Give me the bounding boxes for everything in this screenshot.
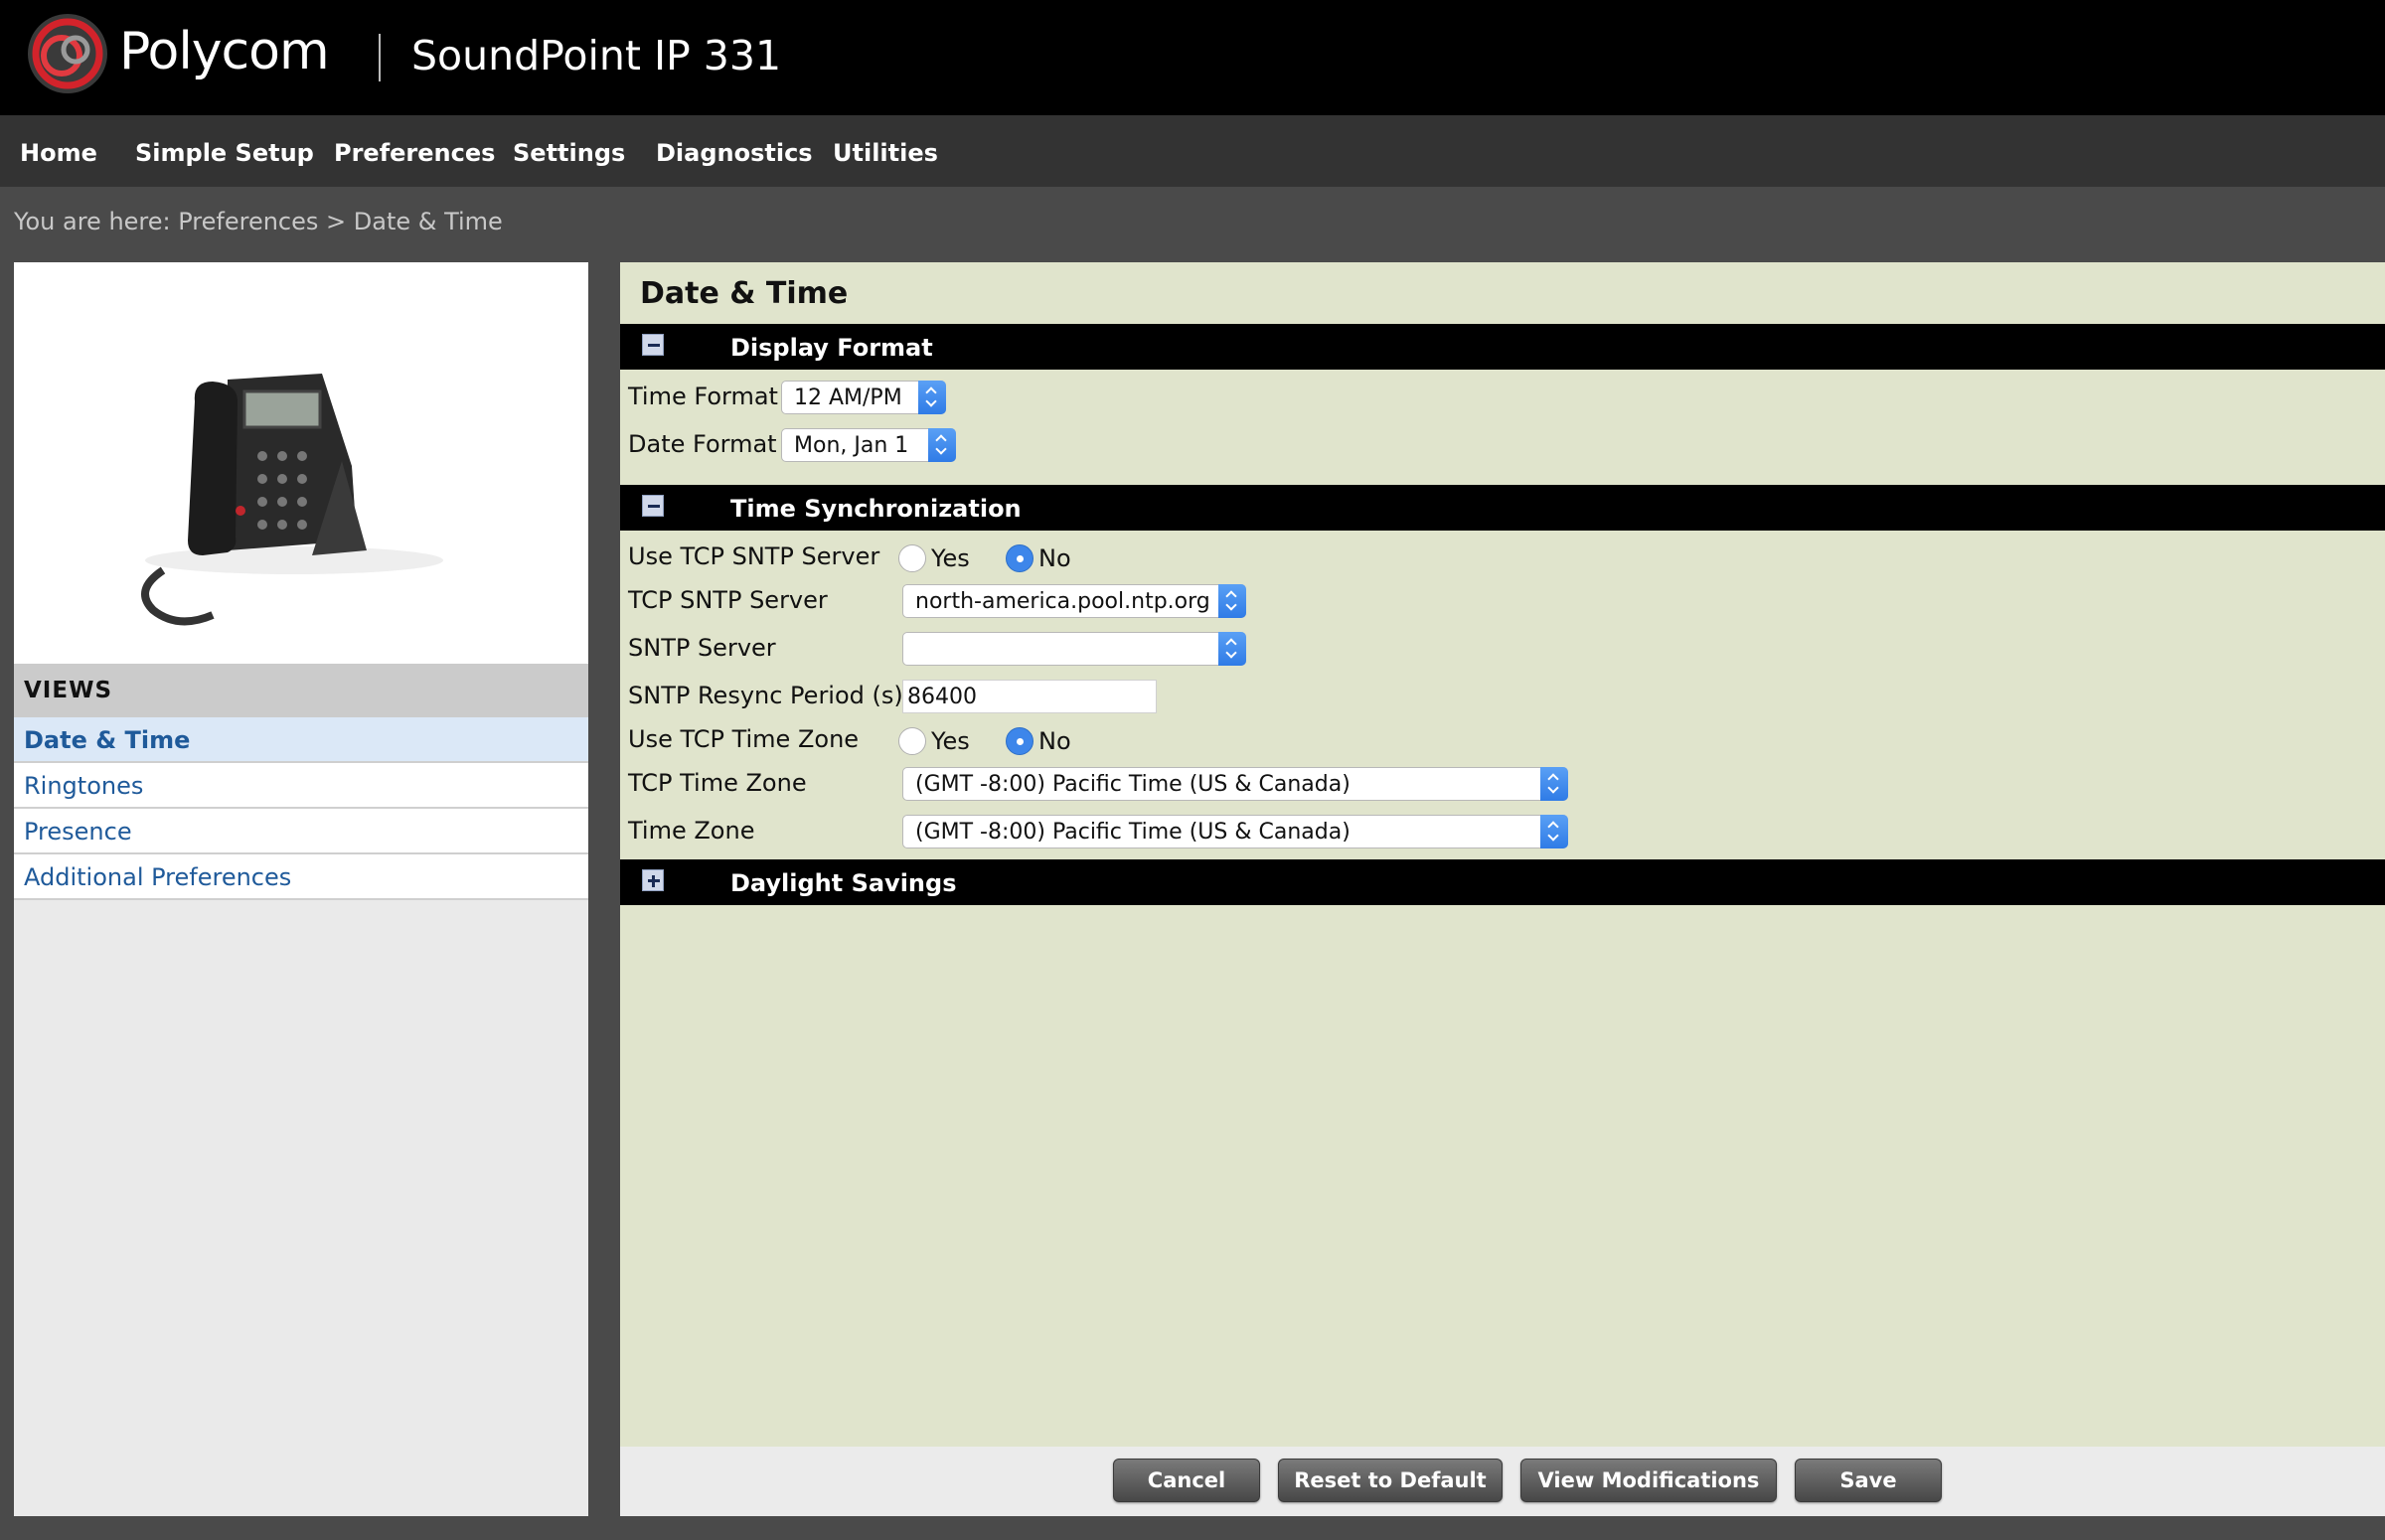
sidebar-item-label: Ringtones xyxy=(24,772,144,800)
section-time-sync: Time Synchronization xyxy=(620,485,2385,531)
reset-to-default-button[interactable]: Reset to Default xyxy=(1278,1459,1503,1502)
select-arrows-icon xyxy=(1540,815,1568,848)
time-format-label: Time Format xyxy=(628,383,778,410)
product-name: SoundPoint IP 331 xyxy=(411,32,782,79)
tcp-sntp-server-select[interactable]: north-america.pool.ntp.org xyxy=(902,584,1246,618)
section-title: Time Synchronization xyxy=(730,495,1022,523)
select-arrows-icon xyxy=(1540,767,1568,801)
section-daylight-savings: Daylight Savings xyxy=(620,859,2385,905)
collapse-icon[interactable] xyxy=(642,334,664,356)
select-arrows-icon xyxy=(1218,584,1246,618)
sidebar-item-label: Additional Preferences xyxy=(24,863,292,891)
sidebar-item-ringtones[interactable]: Ringtones xyxy=(14,763,588,809)
time-zone-select[interactable]: (GMT -8:00) Pacific Time (US & Canada) xyxy=(902,815,1568,848)
breadcrumb: You are here: Preferences > Date & Time xyxy=(14,208,503,235)
yes-label: Yes xyxy=(931,727,970,755)
main-nav: Home Simple Setup Preferences Settings D… xyxy=(0,115,2385,187)
nav-home[interactable]: Home xyxy=(20,139,97,167)
time-format-select[interactable]: 12 AM/PM xyxy=(781,381,946,414)
collapse-icon[interactable] xyxy=(642,495,664,517)
views-header: VIEWS xyxy=(14,664,588,717)
brand-name: Polycom xyxy=(119,22,330,81)
section-title: Display Format xyxy=(730,334,933,362)
nav-settings[interactable]: Settings xyxy=(513,139,625,167)
section-title: Daylight Savings xyxy=(730,869,957,897)
nav-preferences[interactable]: Preferences xyxy=(334,139,495,167)
polycom-logo-icon xyxy=(28,14,107,93)
phone-image-area xyxy=(14,262,588,664)
nav-utilities[interactable]: Utilities xyxy=(833,139,938,167)
date-format-value: Mon, Jan 1 xyxy=(794,433,909,458)
sidebar-item-date-time[interactable]: Date & Time xyxy=(14,717,588,763)
header-bar: Polycom SoundPoint IP 331 xyxy=(0,0,2385,115)
no-label: No xyxy=(1038,544,1071,572)
desk-phone-image xyxy=(141,374,443,626)
tcp-sntp-server-value: north-america.pool.ntp.org xyxy=(915,589,1210,614)
use-tcp-sntp-yes-radio[interactable] xyxy=(898,544,926,572)
nav-simple-setup[interactable]: Simple Setup xyxy=(135,139,314,167)
use-tcp-tz-label: Use TCP Time Zone xyxy=(628,725,860,753)
date-format-label: Date Format xyxy=(628,430,777,458)
expand-icon[interactable] xyxy=(642,869,664,891)
date-format-select[interactable]: Mon, Jan 1 xyxy=(781,428,956,462)
resync-period-input[interactable] xyxy=(902,680,1157,713)
page-title: Date & Time xyxy=(640,276,849,311)
nav-diagnostics[interactable]: Diagnostics xyxy=(656,139,813,167)
sidebar: VIEWS Date & Time Ringtones Presence Add… xyxy=(14,262,588,1516)
use-tcp-tz-no-radio[interactable] xyxy=(1006,727,1034,755)
tcp-time-zone-label: TCP Time Zone xyxy=(628,769,807,797)
use-tcp-tz-yes-radio[interactable] xyxy=(898,727,926,755)
views-title: VIEWS xyxy=(24,678,113,703)
tcp-time-zone-select[interactable]: (GMT -8:00) Pacific Time (US & Canada) xyxy=(902,767,1568,801)
sidebar-item-label: Date & Time xyxy=(24,726,191,754)
sidebar-item-label: Presence xyxy=(24,818,132,846)
header-divider xyxy=(379,34,381,81)
main-panel: Date & Time Display Format Time Format 1… xyxy=(620,262,2385,1516)
sidebar-item-additional-preferences[interactable]: Additional Preferences xyxy=(14,854,588,900)
use-tcp-sntp-no-radio[interactable] xyxy=(1006,544,1034,572)
no-label: No xyxy=(1038,727,1071,755)
sntp-server-label: SNTP Server xyxy=(628,634,776,662)
select-arrows-icon xyxy=(928,428,956,462)
time-zone-label: Time Zone xyxy=(628,817,755,845)
select-arrows-icon xyxy=(918,381,946,414)
yes-label: Yes xyxy=(931,544,970,572)
tcp-sntp-server-label: TCP SNTP Server xyxy=(628,586,828,614)
tcp-time-zone-value: (GMT -8:00) Pacific Time (US & Canada) xyxy=(915,772,1351,797)
resync-period-label: SNTP Resync Period (s) xyxy=(628,682,903,709)
save-button[interactable]: Save xyxy=(1795,1459,1942,1502)
time-zone-value: (GMT -8:00) Pacific Time (US & Canada) xyxy=(915,820,1351,845)
sidebar-item-presence[interactable]: Presence xyxy=(14,809,588,854)
select-arrows-icon xyxy=(1218,632,1246,666)
action-bar: Cancel Reset to Default View Modificatio… xyxy=(620,1447,2385,1516)
use-tcp-sntp-label: Use TCP SNTP Server xyxy=(628,542,880,570)
section-display-format: Display Format xyxy=(620,324,2385,370)
cancel-button[interactable]: Cancel xyxy=(1113,1459,1260,1502)
view-modifications-button[interactable]: View Modifications xyxy=(1520,1459,1777,1502)
time-format-value: 12 AM/PM xyxy=(794,385,902,410)
sntp-server-select[interactable] xyxy=(902,632,1246,666)
